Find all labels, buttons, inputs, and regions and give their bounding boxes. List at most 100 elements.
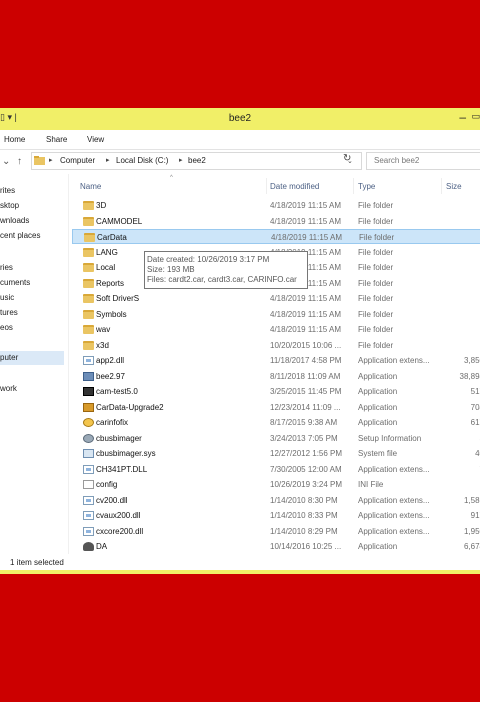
file-size: 38,894 xyxy=(459,371,480,381)
file-row[interactable]: x3d 10/20/2015 10:06 ... File folder xyxy=(72,338,480,353)
file-row[interactable]: app2.dll 11/18/2017 4:58 PM Application ex… xyxy=(72,353,480,368)
dll-icon xyxy=(83,511,94,520)
recent-locations-icon[interactable]: ⌄ xyxy=(2,156,10,167)
column-header-size[interactable]: Size xyxy=(446,182,462,194)
file-row[interactable]: cv200.dll 1/14/2010 8:30 PM Application ex… xyxy=(72,493,480,508)
file-row[interactable]: Soft DriverS 4/18/2019 11:15 AM File folde… xyxy=(72,291,480,306)
file-row[interactable]: CarData-Upgrade2 12/23/2014 11:09 ... Appl… xyxy=(72,400,480,415)
nav-item-computer[interactable]: puter xyxy=(0,351,64,365)
file-size: 6,674 xyxy=(463,542,480,551)
file-type: File folder xyxy=(358,294,394,303)
window-title: bee2 xyxy=(228,113,252,124)
ini-icon xyxy=(83,480,94,489)
nav-item-downloads[interactable]: wnloads xyxy=(0,214,29,228)
nav-item-desktop[interactable]: sktop xyxy=(0,199,19,213)
file-type: Application extens... xyxy=(358,356,430,365)
file-row[interactable]: cxcore200.dll 1/14/2010 8:29 PM Applicatio… xyxy=(72,524,480,539)
file-row[interactable]: cam-test5.0 3/25/2015 11:45 PM Application… xyxy=(72,384,480,399)
file-date-modified: 4/18/2019 11:15 AM xyxy=(270,216,342,226)
tab-view[interactable]: View xyxy=(87,135,104,144)
file-row[interactable]: bee2.97 8/11/2018 11:09 AM Application 38,8… xyxy=(72,369,480,384)
file-type: Application extens... xyxy=(358,464,430,474)
breadcrumb-separator[interactable]: ▸ xyxy=(49,156,53,164)
folder-icon xyxy=(83,216,94,226)
folder-icon xyxy=(83,278,94,288)
file-type: INI File xyxy=(358,480,384,489)
file-date-modified: 1/14/2010 8:33 PM xyxy=(270,511,338,520)
file-name: app2.dll xyxy=(96,356,125,365)
dll-icon xyxy=(83,464,94,474)
file-row[interactable]: carinfofix 8/17/2015 9:38 AM Application 61… xyxy=(72,415,480,430)
dark-icon xyxy=(83,387,94,396)
breadcrumb-separator[interactable]: ▸ xyxy=(179,156,183,164)
folder-icon xyxy=(83,325,94,334)
file-name: x3d xyxy=(96,340,109,350)
file-size: 5 xyxy=(424,434,480,443)
breadcrumb-computer[interactable]: Computer xyxy=(60,156,95,165)
file-date-modified: 3/24/2013 7:05 PM xyxy=(270,433,338,443)
nav-item-pictures[interactable]: tures xyxy=(0,306,18,320)
file-type: Application xyxy=(358,402,398,412)
file-row[interactable]: config 10/26/2019 3:24 PM INI File 1 xyxy=(72,477,480,492)
column-divider[interactable] xyxy=(266,178,267,194)
file-row[interactable]: CAMMODEL 4/18/2019 11:15 AM File folder xyxy=(72,214,480,229)
file-name: Reports xyxy=(96,278,125,288)
file-date-modified: 10/20/2015 10:06 ... xyxy=(270,340,342,350)
column-divider[interactable] xyxy=(441,178,442,194)
breadcrumb-local-disk[interactable]: Local Disk (C:) xyxy=(116,156,168,165)
file-name: LANG xyxy=(96,247,118,257)
file-row[interactable]: DA 10/14/2016 10:25 ... Application 6,674 xyxy=(72,539,480,554)
breadcrumb-separator[interactable]: ▸ xyxy=(106,156,110,164)
column-header-date[interactable]: Date modified xyxy=(270,182,319,194)
search-input[interactable]: Search bee2 xyxy=(366,152,480,170)
file-name: carinfofix xyxy=(96,418,129,427)
file-row[interactable]: wav 4/18/2019 11:15 AM File folder xyxy=(72,322,480,337)
file-row[interactable]: 3D 4/18/2019 11:15 AM File folder xyxy=(72,198,480,213)
address-bar[interactable]: ▸ Computer ▸ Local Disk (C:) ▸ bee2 ⌄ xyxy=(31,152,362,170)
file-date-modified: 12/23/2014 11:09 ... xyxy=(270,402,341,412)
file-type: File folder xyxy=(358,216,394,226)
column-header-name[interactable]: Name xyxy=(80,182,101,194)
file-type: File folder xyxy=(358,247,394,257)
navigation-pane: rites sktop wnloads cent places ries cum… xyxy=(0,174,69,554)
tab-home[interactable]: Home xyxy=(4,135,25,144)
nav-item-documents[interactable]: cuments xyxy=(0,276,30,290)
da-icon xyxy=(83,542,94,551)
file-name: bee2.97 xyxy=(96,371,125,381)
gear-icon xyxy=(83,433,94,443)
nav-item-libraries[interactable]: ries xyxy=(0,261,13,275)
file-name: cbusbimager xyxy=(96,433,142,443)
nav-item-network[interactable]: work xyxy=(0,382,17,396)
minimize-button[interactable]: – xyxy=(459,110,466,124)
folder-icon xyxy=(83,263,94,272)
column-header-type[interactable]: Type xyxy=(358,182,375,194)
file-row[interactable]: CarData 4/18/2019 11:15 AM File folder xyxy=(72,229,480,244)
title-bar[interactable]: ▯ ▾ | bee2 – ▭ xyxy=(0,108,480,130)
refresh-icon[interactable]: ↻ xyxy=(343,153,351,164)
breadcrumb-bee2[interactable]: bee2 xyxy=(188,156,206,165)
ribbon-tabs: Home Share View xyxy=(0,130,480,150)
nav-item-favorites[interactable]: rites xyxy=(0,184,15,198)
column-divider[interactable] xyxy=(353,178,354,194)
file-name: CAMMODEL xyxy=(96,216,143,226)
nav-item-music[interactable]: usic xyxy=(0,291,14,305)
nav-item-videos[interactable]: eos xyxy=(0,321,13,335)
file-type: Application extens... xyxy=(358,511,430,520)
file-row[interactable]: CH341PT.DLL 7/30/2005 12:00 AM Application… xyxy=(72,462,480,477)
file-row[interactable]: cbusbimager.sys 12/27/2012 1:56 PM System … xyxy=(72,446,480,461)
file-name: DA xyxy=(96,542,108,551)
file-row[interactable]: cvaux200.dll 1/14/2010 8:33 PM Application… xyxy=(72,508,480,523)
file-row[interactable]: cbusbimager 3/24/2013 7:05 PM Setup Inform… xyxy=(72,431,480,446)
up-arrow-icon[interactable]: ↑ xyxy=(17,156,22,167)
file-name: 3D xyxy=(96,201,107,210)
nav-item-recent-places[interactable]: cent places xyxy=(0,229,40,243)
address-bar-row: ⌄ ↑ ▸ Computer ▸ Local Disk (C:) ▸ bee2 … xyxy=(0,150,480,172)
maximize-button[interactable]: ▭ xyxy=(471,111,480,122)
file-date-modified: 8/11/2018 11:09 AM xyxy=(270,371,341,381)
file-type: Application xyxy=(358,542,398,551)
file-size: 7 xyxy=(424,465,480,474)
file-name: CarData xyxy=(97,233,127,242)
tab-share[interactable]: Share xyxy=(46,135,67,144)
file-row[interactable]: Symbols 4/18/2019 11:15 AM File folder xyxy=(72,307,480,322)
folder-icon xyxy=(83,294,94,303)
